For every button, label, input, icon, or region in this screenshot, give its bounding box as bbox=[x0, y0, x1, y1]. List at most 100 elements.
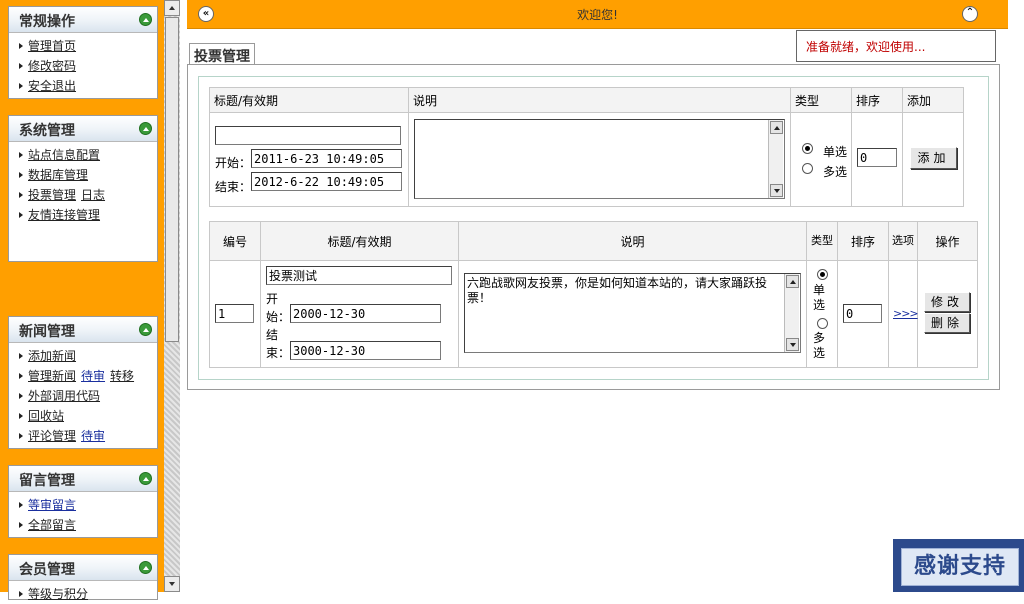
collapse-icon[interactable] bbox=[139, 122, 152, 135]
panel-title: 常规操作 bbox=[19, 14, 75, 30]
row-order-input[interactable] bbox=[843, 304, 882, 323]
welcome-text: 欢迎您! bbox=[577, 8, 618, 22]
sidebar-item: 修改密码 bbox=[19, 56, 157, 76]
edit-button[interactable]: 修改 bbox=[924, 292, 970, 312]
col-header-title: 标题/有效期 bbox=[260, 221, 459, 261]
sidebar-item: 回收站 bbox=[19, 406, 157, 426]
panel-header: 常规操作 bbox=[9, 7, 157, 33]
sidebar-link-news-pending[interactable]: 待审 bbox=[81, 369, 105, 383]
sidebar-scrollbar[interactable] bbox=[164, 0, 180, 592]
sidebar-item: 外部调用代码 bbox=[19, 386, 157, 406]
sidebar-link-comments[interactable]: 评论管理 bbox=[28, 429, 76, 443]
sidebar-link-manage-news[interactable]: 管理新闻 bbox=[28, 369, 76, 383]
sidebar-item: 友情连接管理 bbox=[19, 205, 157, 225]
panel-system: 系统管理 站点信息配置 数据库管理 投票管理 日志 友情连接管理 bbox=[8, 115, 158, 262]
add-end-date-input[interactable] bbox=[251, 172, 402, 191]
sidebar-item: 评论管理 待审 bbox=[19, 426, 157, 446]
sidebar-link-pending-messages[interactable]: 等审留言 bbox=[28, 498, 76, 512]
add-start-date-input[interactable] bbox=[251, 149, 402, 168]
panel-title: 系统管理 bbox=[19, 123, 75, 139]
col-header-desc: 说明 bbox=[458, 221, 807, 261]
arrow-right-icon bbox=[19, 83, 23, 89]
textarea-scrollbar[interactable] bbox=[784, 274, 799, 352]
sidebar-item: 投票管理 日志 bbox=[19, 185, 157, 205]
status-message: 准备就绪，欢迎使用... bbox=[796, 30, 996, 62]
row-end-date-input[interactable] bbox=[290, 341, 441, 360]
col-header-type: 类型 bbox=[806, 221, 838, 261]
panel-general: 常规操作 管理首页 修改密码 安全退出 bbox=[8, 6, 158, 99]
col-header-order: 排序 bbox=[851, 87, 903, 113]
sidebar-link-vote-manage[interactable]: 投票管理 bbox=[28, 188, 76, 202]
col-header-title: 标题/有效期 bbox=[209, 87, 409, 113]
row-type-multi-label: 多选 bbox=[813, 331, 826, 360]
sidebar-item: 添加新闻 bbox=[19, 346, 157, 366]
panel-members: 会员管理 等级与积分 bbox=[8, 554, 158, 601]
scroll-up-button[interactable] bbox=[164, 0, 180, 16]
textarea-scroll-down[interactable] bbox=[770, 184, 783, 197]
sidebar-link-recycle-bin[interactable]: 回收站 bbox=[28, 409, 64, 423]
sidebar-item: 站点信息配置 bbox=[19, 145, 157, 165]
sidebar-link-site-config[interactable]: 站点信息配置 bbox=[28, 148, 100, 162]
sidebar-link-levels-points[interactable]: 等级与积分 bbox=[28, 587, 88, 601]
start-label: 开始： bbox=[215, 156, 252, 170]
row-title-input[interactable] bbox=[266, 266, 452, 285]
sidebar-link-comments-pending[interactable]: 待审 bbox=[81, 429, 105, 443]
scroll-down-button[interactable] bbox=[164, 576, 180, 592]
support-banner-text: 感谢支持 bbox=[901, 548, 1019, 586]
sidebar-link-change-password[interactable]: 修改密码 bbox=[28, 59, 76, 73]
row-type-multi-radio[interactable] bbox=[817, 318, 828, 329]
sidebar-link-database[interactable]: 数据库管理 bbox=[28, 168, 88, 182]
tab-vote-manage: 投票管理 bbox=[189, 43, 255, 65]
sidebar-item: 管理首页 bbox=[19, 36, 157, 56]
arrow-right-icon bbox=[19, 373, 23, 379]
scroll-thumb[interactable] bbox=[165, 17, 179, 342]
row-start-date-input[interactable] bbox=[290, 304, 441, 323]
row-start-label: 开始： bbox=[266, 292, 291, 324]
sidebar-link-news-move[interactable]: 转移 bbox=[110, 369, 134, 383]
row-type-single-radio[interactable] bbox=[817, 269, 828, 280]
row-type-single-label: 单选 bbox=[813, 283, 826, 312]
add-type-multi-radio[interactable] bbox=[802, 163, 813, 174]
collapse-icon[interactable] bbox=[139, 561, 152, 574]
col-header-options: 选项 bbox=[888, 221, 918, 261]
sidebar-link-log[interactable]: 日志 bbox=[81, 188, 105, 202]
add-desc-textarea[interactable] bbox=[414, 119, 785, 199]
arrow-right-icon bbox=[19, 152, 23, 158]
add-button[interactable]: 添加 bbox=[910, 147, 957, 169]
add-type-single-radio[interactable] bbox=[802, 143, 813, 154]
double-chevron-up-icon[interactable]: ⌃ bbox=[962, 6, 978, 22]
add-order-input[interactable] bbox=[857, 148, 897, 167]
row-desc-textarea[interactable]: 六跑战歌网友投票，你是如何知道本站的，请大家踊跃投票！ bbox=[464, 273, 801, 353]
textarea-scrollbar[interactable] bbox=[768, 120, 783, 198]
type-single-label: 单选 bbox=[823, 145, 848, 159]
sidebar-link-admin-home[interactable]: 管理首页 bbox=[28, 39, 76, 53]
sidebar-link-logout[interactable]: 安全退出 bbox=[28, 79, 76, 93]
sidebar-link-add-news[interactable]: 添加新闻 bbox=[28, 349, 76, 363]
col-header-id: 编号 bbox=[209, 221, 261, 261]
sidebar: 常规操作 管理首页 修改密码 安全退出 系统管理 站点信息配置 数据库管理 投票… bbox=[0, 0, 164, 601]
arrow-right-icon bbox=[19, 522, 23, 528]
textarea-scroll-up[interactable] bbox=[770, 121, 783, 134]
collapse-icon[interactable] bbox=[139, 13, 152, 26]
support-banner[interactable]: 感谢支持 bbox=[893, 539, 1024, 592]
sidebar-item: 等级与积分 bbox=[19, 584, 157, 604]
panel-title: 留言管理 bbox=[19, 473, 75, 489]
sidebar-item: 管理新闻 待审 转移 bbox=[19, 366, 157, 386]
sidebar-link-friend-links[interactable]: 友情连接管理 bbox=[28, 208, 100, 222]
textarea-scroll-down[interactable] bbox=[786, 338, 799, 351]
sidebar-link-external-code[interactable]: 外部调用代码 bbox=[28, 389, 100, 403]
sidebar-link-all-messages[interactable]: 全部留言 bbox=[28, 518, 76, 532]
row-id-input[interactable] bbox=[215, 304, 254, 323]
col-header-action: 操作 bbox=[917, 221, 978, 261]
row-options-link[interactable]: >>> bbox=[893, 307, 919, 320]
delete-button[interactable]: 删除 bbox=[924, 313, 970, 333]
type-multi-label: 多选 bbox=[823, 165, 848, 179]
sidebar-item: 等审留言 bbox=[19, 495, 157, 515]
collapse-icon[interactable] bbox=[139, 472, 152, 485]
collapse-icon[interactable] bbox=[139, 323, 152, 336]
textarea-scroll-up[interactable] bbox=[786, 275, 799, 288]
panel-header: 系统管理 bbox=[9, 116, 157, 142]
add-title-input[interactable] bbox=[215, 126, 401, 145]
panel-header: 新闻管理 bbox=[9, 317, 157, 343]
panel-header: 会员管理 bbox=[9, 555, 157, 581]
